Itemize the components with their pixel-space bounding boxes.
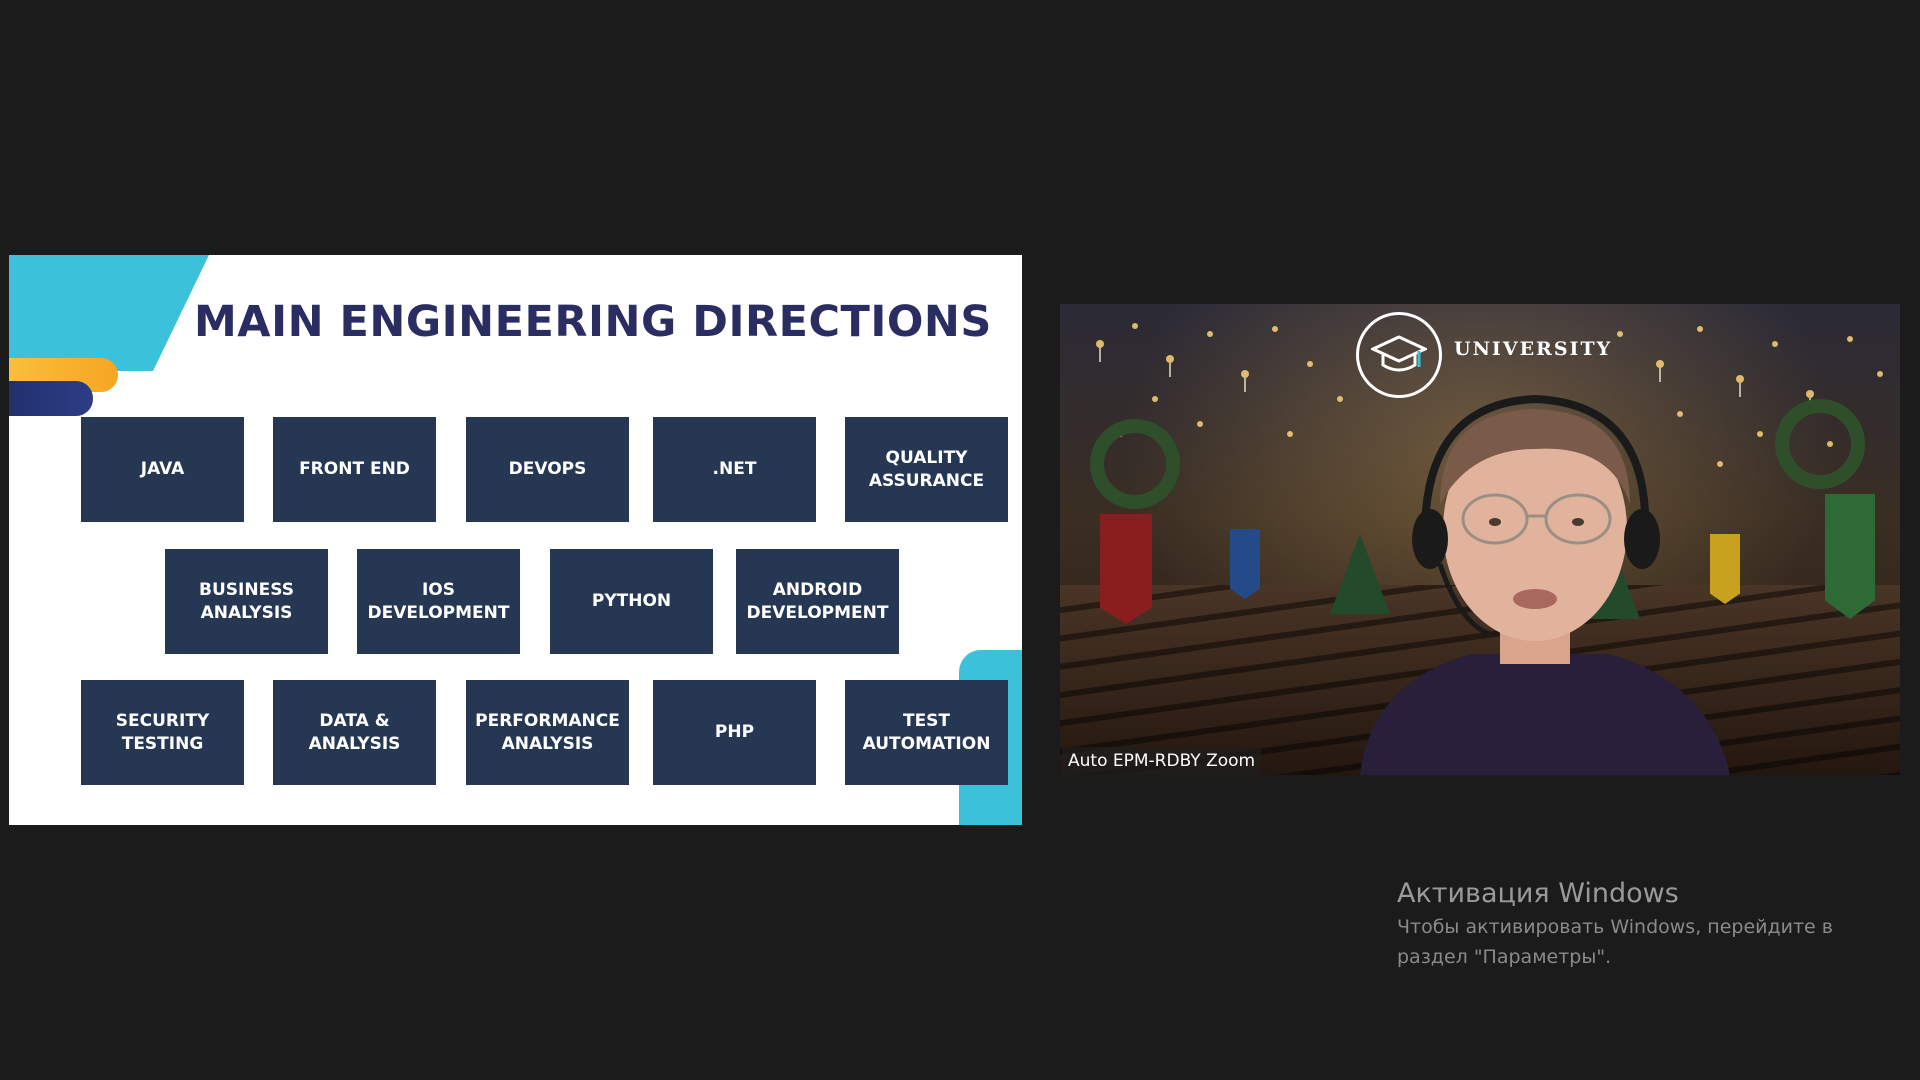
direction-tile-business-analysis: BUSINESS ANALYSIS bbox=[165, 549, 328, 654]
direction-tile-java: JAVA bbox=[81, 417, 244, 522]
direction-tile-python: PYTHON bbox=[550, 549, 713, 654]
participant-person bbox=[1360, 394, 1730, 775]
banner-green bbox=[1825, 494, 1875, 619]
direction-tile-php: PHP bbox=[653, 680, 816, 785]
windows-activation-watermark: Активация Windows Чтобы активировать Win… bbox=[1397, 876, 1897, 972]
wreath-left bbox=[1090, 419, 1180, 509]
activation-text: Чтобы активировать Windows, перейдите в … bbox=[1397, 916, 1833, 968]
direction-label: FRONT END bbox=[299, 459, 410, 479]
direction-tile-test-automation: TEST AUTOMATION bbox=[845, 680, 1008, 785]
direction-label: ANDROID DEVELOPMENT bbox=[746, 579, 889, 623]
shared-slide: MAIN ENGINEERING DIRECTIONS JAVA FRONT E… bbox=[9, 255, 1022, 825]
direction-label: .NET bbox=[712, 459, 757, 479]
university-logo-text: UNIVERSITY bbox=[1454, 338, 1613, 360]
wreath-right bbox=[1775, 399, 1865, 489]
banner-blue bbox=[1230, 529, 1260, 599]
participant-video[interactable]: UNIVERSITY Auto EPM-RDBY Zoom bbox=[1060, 304, 1900, 775]
direction-label: IOS DEVELOPMENT bbox=[367, 579, 510, 623]
direction-label: BUSINESS ANALYSIS bbox=[199, 579, 294, 623]
direction-tile-front-end: FRONT END bbox=[273, 417, 436, 522]
direction-tile-devops: DEVOPS bbox=[466, 417, 629, 522]
activation-title: Активация Windows bbox=[1397, 878, 1679, 909]
direction-tile-ios-development: IOS DEVELOPMENT bbox=[357, 549, 520, 654]
banner-red bbox=[1100, 514, 1152, 624]
decor-cyan-shape bbox=[9, 255, 209, 371]
direction-tile-performance-analysis: PERFORMANCE ANALYSIS bbox=[466, 680, 629, 785]
direction-label: TEST AUTOMATION bbox=[862, 710, 991, 754]
direction-label: SECURITY TESTING bbox=[115, 710, 210, 754]
slide-title: MAIN ENGINEERING DIRECTIONS bbox=[194, 297, 992, 347]
participant-name-label: Auto EPM-RDBY Zoom bbox=[1062, 747, 1262, 775]
direction-tile-quality-assurance: QUALITY ASSURANCE bbox=[845, 417, 1008, 522]
direction-label: DEVOPS bbox=[508, 459, 587, 479]
direction-label: DATA & ANALYSIS bbox=[308, 710, 401, 754]
direction-tile-data-analysis: DATA & ANALYSIS bbox=[273, 680, 436, 785]
screen: MAIN ENGINEERING DIRECTIONS JAVA FRONT E… bbox=[0, 0, 1920, 1080]
direction-label: PHP bbox=[714, 722, 755, 742]
decor-navy-bar bbox=[9, 381, 93, 416]
direction-label: JAVA bbox=[140, 459, 185, 479]
direction-label: QUALITY ASSURANCE bbox=[868, 447, 985, 491]
direction-label: PYTHON bbox=[591, 591, 672, 611]
direction-tile-dotnet: .NET bbox=[653, 417, 816, 522]
direction-tile-security-testing: SECURITY TESTING bbox=[81, 680, 244, 785]
direction-tile-android-development: ANDROID DEVELOPMENT bbox=[736, 549, 899, 654]
direction-label: PERFORMANCE ANALYSIS bbox=[475, 710, 620, 754]
